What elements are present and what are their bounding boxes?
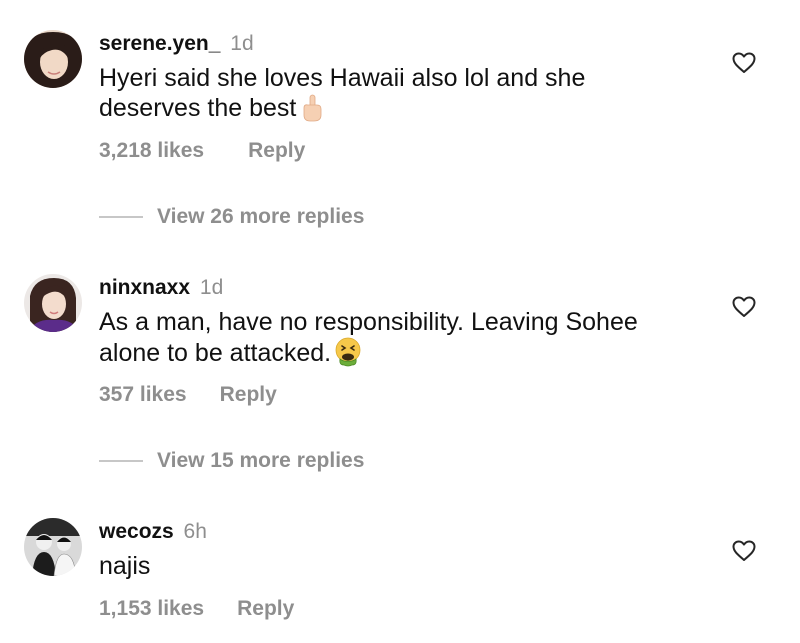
comment-header: wecozs 6h — [99, 520, 207, 544]
heart-icon[interactable] — [732, 296, 756, 318]
comment-text-line: deserves the best — [99, 94, 297, 122]
avatar-image — [24, 274, 82, 332]
reply-button[interactable]: Reply — [220, 383, 277, 406]
avatar[interactable] — [24, 30, 82, 88]
view-more-replies-label: View 26 more replies — [157, 205, 365, 228]
middle-finger-emoji — [302, 94, 322, 129]
timestamp: 1d — [230, 32, 254, 55]
divider-line — [99, 216, 143, 218]
comment-meta: 357 likes Reply — [99, 383, 277, 407]
vomiting-face-emoji — [333, 337, 363, 374]
reply-button[interactable]: Reply — [248, 139, 305, 162]
heart-icon[interactable] — [732, 52, 756, 74]
timestamp: 1d — [199, 276, 224, 299]
comment-text-line-with-emoji: alone to be attacked. — [99, 337, 699, 374]
comment-text: Hyeri said she loves Hawaii also lol and… — [99, 63, 699, 129]
comment-text-line: As a man, have no responsibility. Leavin… — [99, 308, 638, 336]
comment-header: serene.yen_ 1d — [99, 32, 254, 56]
view-more-replies-label: View 15 more replies — [157, 449, 365, 472]
likes-count[interactable]: 3,218 likes — [99, 139, 204, 162]
comment-meta: 1,153 likes Reply — [99, 597, 294, 621]
comment-text-line-with-emoji: deserves the best — [99, 93, 699, 129]
avatar[interactable] — [24, 274, 82, 332]
heart-icon[interactable] — [732, 540, 756, 562]
username[interactable]: serene.yen_ — [99, 32, 220, 55]
username[interactable]: wecozs — [99, 520, 174, 543]
comment-text: najis — [99, 551, 699, 581]
likes-count[interactable]: 357 likes — [99, 383, 187, 406]
timestamp: 6h — [183, 520, 207, 543]
comment-text-line: Hyeri said she loves Hawaii also lol and… — [99, 64, 586, 92]
comment-text: As a man, have no responsibility. Leavin… — [99, 307, 699, 374]
avatar-image — [24, 30, 82, 88]
comment-header: ninxnaxx 1d — [99, 276, 223, 300]
comment-meta: 3,218 likes Reply — [99, 139, 305, 163]
comment-text-line: alone to be attacked. — [99, 339, 332, 367]
likes-count[interactable]: 1,153 likes — [99, 597, 204, 620]
username[interactable]: ninxnaxx — [99, 276, 190, 299]
divider-line — [99, 460, 143, 462]
reply-button[interactable]: Reply — [237, 597, 294, 620]
view-more-replies-button[interactable]: View 26 more replies — [99, 205, 364, 229]
avatar[interactable] — [24, 518, 82, 576]
view-more-replies-button[interactable]: View 15 more replies — [99, 449, 364, 473]
comment-text-line: najis — [99, 552, 151, 580]
avatar-image — [24, 518, 82, 576]
